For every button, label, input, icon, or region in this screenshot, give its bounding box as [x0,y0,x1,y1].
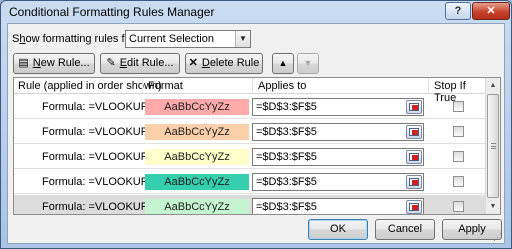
resize-grip-icon[interactable]: ⋰ [493,232,503,242]
rule-row[interactable]: Formula: =VLOOKUP($... AaBbCcYyZz =$D$3:… [14,145,485,169]
applies-to-field[interactable]: =$D$3:$F$5 [252,148,424,166]
rules-list: Rule (applied in order shown) Format App… [13,77,501,215]
show-rules-label: Show formatting rules for: [12,33,138,45]
column-header-format: Format [148,80,183,92]
applies-to-field[interactable]: =$D$3:$F$5 [252,198,424,214]
column-header-applies-to: Applies to [258,80,307,92]
applies-to-field[interactable]: =$D$3:$F$5 [252,98,424,116]
stop-if-true-checkbox[interactable] [453,176,464,187]
scroll-down-icon[interactable]: ▼ [486,199,500,214]
move-down-button[interactable]: ▼ [297,53,319,74]
column-divider [428,78,429,94]
applies-to-field[interactable]: =$D$3:$F$5 [252,123,424,141]
edit-rule-icon: ✎ [106,57,116,69]
rules-scrollbar[interactable]: ▲ ▼ [485,78,500,214]
new-rule-icon: ▤ [18,57,29,69]
show-rules-value: Current Selection [129,33,214,45]
range-select-icon[interactable] [406,150,422,164]
format-preview: AaBbCcYyZz [145,199,249,214]
stop-if-true-checkbox[interactable] [453,126,464,137]
edit-rule-button[interactable]: ✎ Edit Rule... [100,53,180,74]
stop-if-true-checkbox[interactable] [453,151,464,162]
column-header-rule: Rule (applied in order shown) [18,80,162,92]
rule-row[interactable]: Formula: =VLOOKUP($... AaBbCcYyZz =$D$3:… [14,170,485,194]
column-divider [252,78,253,94]
applies-to-value: =$D$3:$F$5 [256,101,317,113]
range-select-icon[interactable] [406,125,422,139]
format-preview: AaBbCcYyZz [145,149,249,165]
format-preview: AaBbCcYyZz [145,124,249,140]
rule-row[interactable]: Formula: =VLOOKUP($... AaBbCcYyZz =$D$3:… [14,120,485,144]
dialog-title: Conditional Formatting Rules Manager [9,5,215,19]
dialog-body: Show formatting rules for: Current Selec… [7,23,505,244]
format-preview: AaBbCcYyZz [145,174,249,190]
applies-to-value: =$D$3:$F$5 [256,176,317,188]
close-button[interactable]: ✕ [472,2,510,20]
stop-if-true-checkbox[interactable] [453,201,464,212]
cancel-button[interactable]: Cancel [375,219,435,240]
column-divider [142,78,143,94]
stop-if-true-checkbox[interactable] [453,101,464,112]
show-rules-select[interactable]: Current Selection ▼ [125,30,251,48]
title-bar: Conditional Formatting Rules Manager ? ✕ [1,1,511,23]
scroll-up-icon[interactable]: ▲ [486,78,500,93]
range-select-icon[interactable] [406,100,422,114]
range-select-icon[interactable] [406,175,422,189]
new-rule-button[interactable]: ▤ New Rule... [13,53,95,74]
scroll-thumb[interactable] [487,94,499,198]
help-button[interactable]: ? [445,2,471,20]
ok-button[interactable]: OK [308,219,368,240]
chevron-down-icon[interactable]: ▼ [235,31,250,47]
move-up-button[interactable]: ▲ [272,53,294,74]
applies-to-value: =$D$3:$F$5 [256,201,317,213]
rule-row[interactable]: Formula: =VLOOKUP($... AaBbCcYyZz =$D$3:… [14,95,485,119]
rule-row[interactable]: Formula: =VLOOKUP($... AaBbCcYyZz =$D$3:… [14,195,485,214]
format-preview: AaBbCcYyZz [145,99,249,115]
delete-rule-button[interactable]: ✕ Delete Rule [185,53,263,74]
rules-manager-dialog: Conditional Formatting Rules Manager ? ✕… [0,0,512,249]
applies-to-field[interactable]: =$D$3:$F$5 [252,173,424,191]
applies-to-value: =$D$3:$F$5 [256,126,317,138]
applies-to-value: =$D$3:$F$5 [256,151,317,163]
rules-header: Rule (applied in order shown) Format App… [14,78,485,104]
range-select-icon[interactable] [406,200,422,214]
delete-icon: ✕ [188,57,198,69]
